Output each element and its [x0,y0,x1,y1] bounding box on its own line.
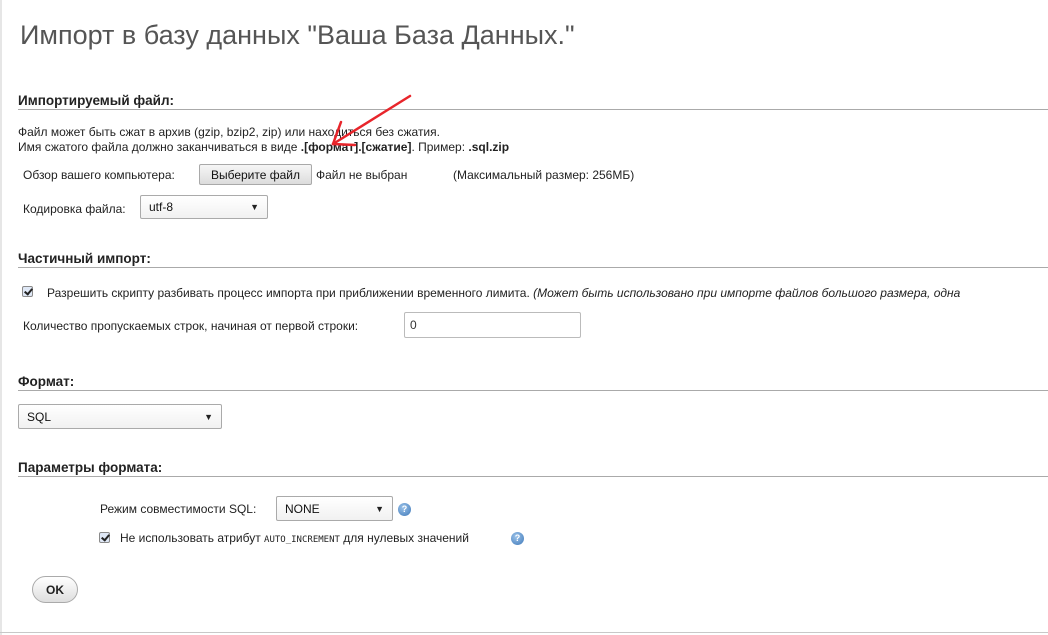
format-select[interactable]: SQL ▼ [18,404,222,429]
chevron-down-icon: ▼ [204,411,213,422]
section-title-format: Формат: [18,374,75,389]
browse-label: Обзор вашего компьютера: [23,168,175,182]
filename-example: .sql.zip [468,140,510,154]
allow-interrupt-note: (Может быть использовано при импорте фай… [533,286,961,300]
allow-interrupt-label: Разрешить скрипту разбивать процесс импо… [47,286,530,300]
allow-interrupt-checkbox[interactable] [22,286,33,297]
chevron-down-icon: ▼ [250,202,259,212]
section-divider [18,476,1048,477]
no-auto-increment-suffix: для нулевых значений [343,531,469,545]
compression-info: Файл может быть сжат в архив (gzip, bzip… [18,125,440,139]
sql-compat-label: Режим совместимости SQL: [100,502,257,516]
filename-format-hint: .[формат].[сжатие] [300,140,412,154]
filename-info-middle: . Пример: [411,140,469,154]
ok-button[interactable]: OK [32,576,78,603]
encoding-select[interactable]: utf-8 ▼ [140,195,268,219]
format-select-value: SQL [27,409,52,424]
choose-file-button[interactable]: Выберите файл [199,164,312,185]
no-auto-increment-prefix: Не использовать атрибут [120,531,261,545]
section-divider [18,109,1048,110]
help-icon[interactable]: ? [398,503,411,516]
sql-compat-select[interactable]: NONE ▼ [276,496,393,521]
no-auto-increment-code: AUTO_INCREMENT [264,535,340,545]
skip-rows-label: Количество пропускаемых строк, начиная о… [23,319,359,333]
sql-compat-select-value: NONE [285,501,320,516]
filename-info: Имя сжатого файла должно заканчиваться в… [18,140,509,154]
encoding-label: Кодировка файла: [23,202,126,216]
no-auto-increment-checkbox[interactable] [99,532,110,543]
no-auto-increment-text: Не использовать атрибут AUTO_INCREMENT д… [120,531,469,545]
section-title-partial-import: Частичный импорт: [18,251,151,266]
filename-info-prefix: Имя сжатого файла должно заканчиваться в… [18,140,301,154]
no-file-text: Файл не выбран [316,168,408,182]
section-divider [18,267,1048,268]
page-title: Импорт в базу данных "Ваша База Данных." [20,20,575,50]
encoding-select-value: utf-8 [149,200,174,214]
left-border [0,0,2,635]
skip-rows-input[interactable]: 0 [404,312,581,338]
allow-interrupt-text: Разрешить скрипту разбивать процесс импо… [47,286,960,300]
bottom-divider [0,632,1048,633]
max-size-text: (Максимальный размер: 256МБ) [453,168,635,182]
section-title-import-file: Импортируемый файл: [18,93,175,108]
section-divider [18,390,1048,391]
section-title-format-options: Параметры формата: [18,460,163,475]
help-icon[interactable]: ? [511,532,524,545]
chevron-down-icon: ▼ [375,503,384,514]
